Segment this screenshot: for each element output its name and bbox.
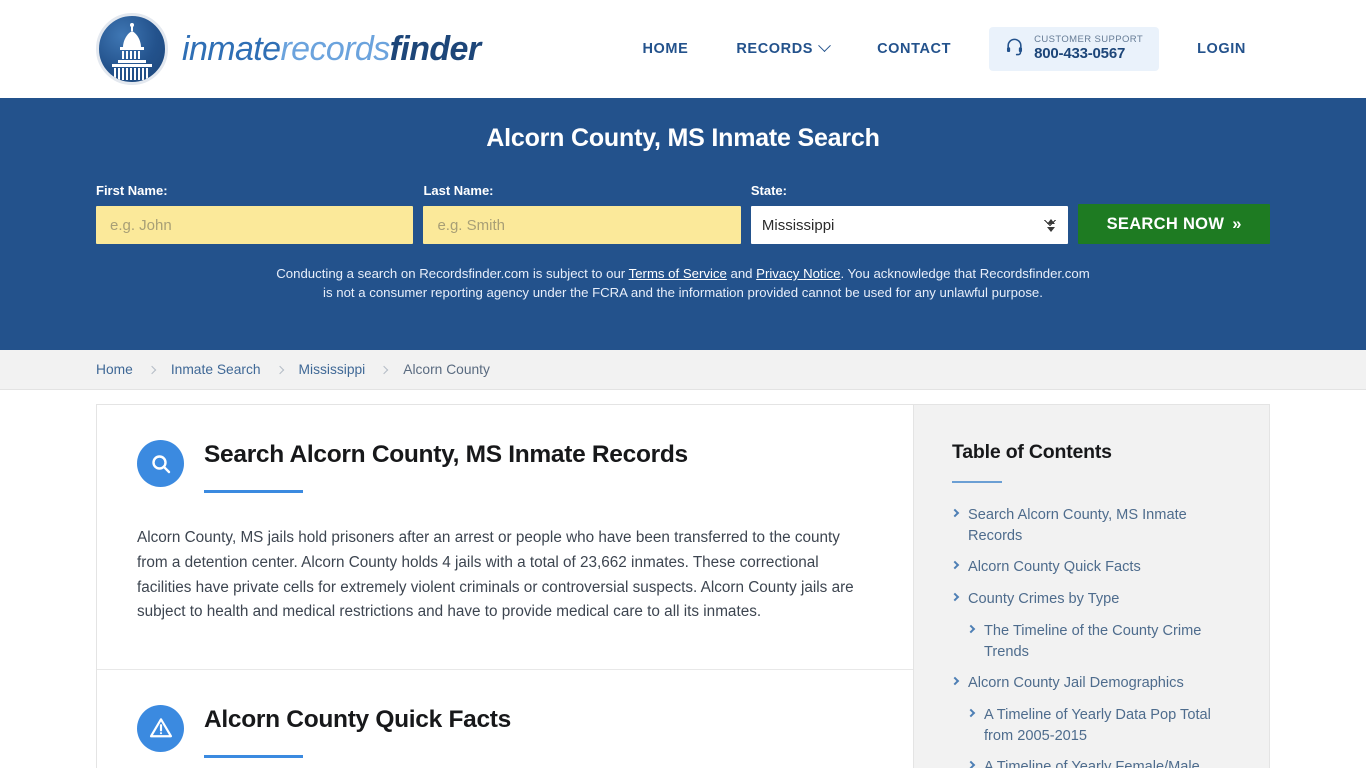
toc-link[interactable]: County Crimes by Type — [968, 589, 1119, 610]
nav-contact-label: CONTACT — [877, 40, 952, 57]
state-label: State: — [750, 183, 787, 198]
brand-word-2: records — [280, 30, 390, 68]
toc-item[interactable]: Alcorn County Jail Demographics — [950, 673, 1239, 694]
section-underline — [204, 490, 303, 494]
terms-of-service-link[interactable]: Terms of Service — [629, 266, 727, 281]
nav-contact[interactable]: CONTACT — [853, 31, 975, 67]
nav-records[interactable]: RECORDS — [712, 31, 853, 67]
section-header: Search Alcorn County, MS Inmate Records — [137, 439, 873, 494]
main-content-column: Search Alcorn County, MS Inmate Records … — [97, 405, 914, 768]
nav-records-label: RECORDS — [736, 40, 814, 57]
chevron-right-icon — [966, 624, 976, 634]
last-name-input[interactable] — [423, 206, 741, 244]
section-underline — [204, 754, 303, 758]
toc-item[interactable]: The Timeline of the County Crime Trends — [952, 621, 1239, 662]
section-header: Alcorn County Quick Facts — [137, 704, 873, 758]
toc-item[interactable]: Alcorn County Quick Facts — [950, 557, 1239, 578]
inmate-search-form: First Name: Last Name: State: AlabamaAla… — [96, 183, 1270, 244]
brand-word-1: inmate — [182, 30, 281, 68]
main-navigation: HOME RECORDS CONTACT CUSTOMER SUPPORT 80… — [618, 27, 1270, 71]
nav-home[interactable]: HOME — [618, 31, 712, 67]
page-title: Alcorn County, MS Inmate Search — [486, 124, 880, 152]
breadcrumb-list: Home Inmate Search Mississippi Alcorn Co… — [96, 362, 490, 377]
first-name-field-group: First Name: — [96, 183, 414, 244]
breadcrumb-item-alcorn-county: Alcorn County — [403, 362, 490, 377]
chevron-right-icon — [147, 365, 157, 374]
nav-login[interactable]: LOGIN — [1173, 31, 1270, 67]
warning-triangle-icon — [137, 704, 184, 752]
hero-search-panel: Alcorn County, MS Inmate Search First Na… — [0, 98, 1366, 350]
toc-item[interactable]: Search Alcorn County, MS Inmate Records — [950, 505, 1239, 546]
privacy-notice-link[interactable]: Privacy Notice — [756, 266, 840, 281]
chevron-right-icon — [966, 761, 976, 768]
chevron-right-icon — [950, 561, 960, 570]
brand-logo-link[interactable]: inmaterecordsfinder — [96, 13, 481, 85]
legal-disclaimer: Conducting a search on Recordsfinder.com… — [275, 264, 1091, 302]
search-now-label: SEARCH NOW — [1106, 214, 1225, 233]
state-field-group: State: AlabamaAlaskaArizonaArkansasCalif… — [750, 183, 1069, 244]
search-now-button[interactable]: SEARCH NOW » — [1078, 204, 1270, 244]
brand-word-3: finder — [389, 30, 481, 68]
toc-item[interactable]: County Crimes by Type — [950, 589, 1239, 610]
section-title: Alcorn County Quick Facts — [204, 705, 511, 733]
toc-list: Search Alcorn County, MS Inmate Records A… — [950, 505, 1239, 768]
page-content-wrapper: Search Alcorn County, MS Inmate Records … — [0, 390, 1366, 768]
first-name-label: First Name: — [96, 183, 168, 198]
nav-login-label: LOGIN — [1197, 40, 1246, 57]
chevron-right-icon — [966, 708, 976, 718]
section-quick-facts: Alcorn County Quick Facts — [97, 670, 913, 768]
breadcrumb-item-inmate-search[interactable]: Inmate Search — [171, 362, 261, 377]
toc-link[interactable]: Search Alcorn County, MS Inmate Records — [968, 505, 1239, 546]
double-chevron-right-icon: » — [1232, 214, 1242, 233]
toc-link[interactable]: A Timeline of Yearly Female/Male Incarce… — [984, 757, 1239, 768]
toc-title: Table of Contents — [952, 441, 1112, 463]
table-of-contents-sidebar: Table of Contents Search Alcorn County, … — [914, 405, 1269, 768]
magnifier-icon — [137, 440, 184, 487]
first-name-input[interactable] — [96, 206, 414, 244]
last-name-field-group: Last Name: — [423, 183, 741, 244]
headset-icon — [1005, 37, 1024, 61]
state-select-wrapper: AlabamaAlaskaArizonaArkansasCaliforniaMi… — [750, 206, 1069, 244]
chevron-right-icon — [275, 365, 284, 374]
toc-link[interactable]: The Timeline of the County Crime Trends — [984, 621, 1239, 662]
chevron-right-icon — [380, 365, 389, 374]
chevron-right-icon — [950, 592, 960, 602]
site-header: inmaterecordsfinder HOME RECORDS CONTACT — [0, 0, 1366, 98]
nav-home-label: HOME — [642, 40, 689, 57]
content-layout: Search Alcorn County, MS Inmate Records … — [96, 404, 1270, 768]
last-name-label: Last Name: — [423, 183, 494, 198]
toc-link[interactable]: Alcorn County Quick Facts — [968, 557, 1141, 578]
capitol-dome-icon — [96, 13, 168, 85]
section-search-inmate-records: Search Alcorn County, MS Inmate Records … — [97, 405, 913, 670]
chevron-right-icon — [950, 508, 960, 518]
brand-wordmark: inmaterecordsfinder — [182, 32, 481, 66]
breadcrumb-item-mississippi[interactable]: Mississippi — [299, 362, 366, 377]
toc-link[interactable]: Alcorn County Jail Demographics — [968, 673, 1184, 694]
section-body-text: Alcorn County, MS jails hold prisoners a… — [137, 529, 854, 621]
chevron-down-icon — [818, 39, 831, 53]
toc-link[interactable]: A Timeline of Yearly Data Pop Total from… — [984, 705, 1239, 746]
toc-item[interactable]: A Timeline of Yearly Data Pop Total from… — [952, 705, 1239, 746]
disclaimer-mid: and — [726, 266, 757, 281]
customer-support-button[interactable]: CUSTOMER SUPPORT 800-433-0567 — [989, 27, 1160, 71]
breadcrumb: Home Inmate Search Mississippi Alcorn Co… — [0, 350, 1366, 390]
section-title-block: Search Alcorn County, MS Inmate Records — [204, 439, 688, 494]
section-title-block: Alcorn County Quick Facts — [204, 704, 511, 758]
state-select[interactable]: AlabamaAlaskaArizonaArkansasCaliforniaMi… — [750, 206, 1069, 244]
section-title: Search Alcorn County, MS Inmate Records — [204, 441, 688, 468]
breadcrumb-item-home[interactable]: Home — [96, 362, 133, 377]
toc-item[interactable]: A Timeline of Yearly Female/Male Incarce… — [952, 757, 1239, 768]
chevron-right-icon — [950, 677, 960, 686]
toc-underline — [952, 481, 1002, 483]
support-phone: 800-433-0567 — [1034, 44, 1126, 62]
disclaimer-pre: Conducting a search on Recordsfinder.com… — [276, 266, 629, 281]
